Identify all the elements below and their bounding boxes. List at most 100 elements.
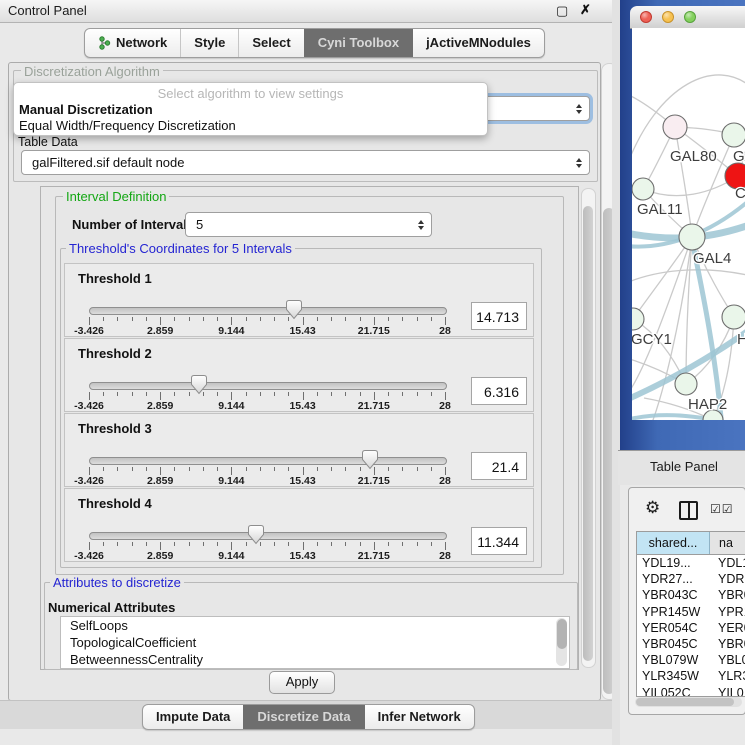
- network-edge[interactable]: [675, 127, 692, 237]
- close-traffic-light[interactable]: [640, 11, 652, 23]
- network-icon: [98, 36, 111, 50]
- cell-shared-name: YDR27...: [637, 571, 714, 587]
- algorithm-popup-hint: Select algorithm to view settings: [14, 86, 487, 101]
- network-edge[interactable]: [632, 270, 745, 283]
- scrollpane-scrollbar[interactable]: [581, 188, 596, 668]
- minimize-traffic-light[interactable]: [662, 11, 674, 23]
- cell-shared-name: YER054C: [637, 620, 714, 636]
- slider-track[interactable]: [89, 532, 447, 540]
- select-columns-checkbox-icons[interactable]: ☑☑: [710, 502, 734, 516]
- threshold-value-field[interactable]: 14.713: [471, 302, 527, 330]
- tab-jactivemnodules[interactable]: jActiveMNodules: [412, 29, 544, 57]
- slider-tick-labels: -3.4262.8599.14415.4321.71528: [89, 400, 445, 410]
- node-attribute-table[interactable]: shared... na YDL19...YDL1YDR27...YDR2YBR…: [636, 531, 745, 697]
- tab-network[interactable]: Network: [85, 29, 180, 57]
- control-panel-titlebar: [0, 0, 618, 23]
- node-label: GAL4: [693, 250, 731, 267]
- table-row[interactable]: YBL079WYBL0: [637, 652, 745, 668]
- network-edge-thick[interactable]: [692, 240, 722, 420]
- table-row[interactable]: YBR043CYBR0: [637, 587, 745, 603]
- attributes-scrollbar[interactable]: [556, 618, 567, 666]
- table-settings-gear-icon[interactable]: ⚙: [645, 498, 660, 518]
- network-node-gcy1[interactable]: [632, 308, 644, 330]
- float-window-icon[interactable]: ▢: [556, 3, 568, 19]
- cell-name: YPR1: [714, 604, 745, 620]
- number-of-intervals-value: 5: [196, 213, 203, 236]
- table-row[interactable]: YDR27...YDR2: [637, 571, 745, 587]
- table-data-combobox[interactable]: galFiltered.sif default node: [21, 150, 590, 175]
- cell-name: YDR2: [714, 571, 745, 587]
- network-canvas[interactable]: GAL80GACGAL11GAL4GCY1HHAP2: [632, 28, 745, 420]
- numerical-attributes-label: Numerical Attributes: [48, 600, 175, 615]
- network-node-gal80[interactable]: [663, 115, 687, 139]
- spinner-arrows-icon: [576, 104, 582, 114]
- table-row[interactable]: YLR345WYLR3: [637, 668, 745, 684]
- table-row[interactable]: YDL19...YDL1: [637, 555, 745, 571]
- threshold-value-field[interactable]: 6.316: [471, 377, 527, 405]
- control-panel-tabbar: NetworkStyleSelect Cyni Toolbox jActiveMNo…: [84, 28, 545, 58]
- attribute-item-betweennesscentrality[interactable]: BetweennessCentrality: [70, 652, 203, 667]
- tab-label: Infer Network: [378, 706, 461, 728]
- column-header-shared-name[interactable]: shared...: [637, 532, 710, 554]
- node-label: C: [735, 185, 745, 202]
- cell-shared-name: YDL19...: [637, 555, 714, 571]
- attribute-item-selfloops[interactable]: SelfLoops: [70, 618, 128, 633]
- table-row[interactable]: YER054CYER0: [637, 620, 745, 636]
- bottom-tabbar: Impute DataDiscretize Data Infer Network: [142, 704, 475, 730]
- threshold-3-panel: Threshold 3-3.4262.8599.14415.4321.71528…: [64, 413, 534, 487]
- node-label: GA: [733, 148, 745, 165]
- table-panel-title: Table Panel: [650, 459, 718, 474]
- threshold-2-panel: Threshold 2-3.4262.8599.14415.4321.71528…: [64, 338, 534, 412]
- threshold-label: Threshold 4: [78, 496, 152, 511]
- slider-track[interactable]: [89, 382, 447, 390]
- network-node-hap2[interactable]: [675, 373, 697, 395]
- cell-shared-name: YIL052C: [637, 685, 714, 698]
- slider-track[interactable]: [89, 457, 447, 465]
- threshold-value-field[interactable]: 11.344: [471, 527, 527, 555]
- tab-style[interactable]: Style: [180, 29, 238, 57]
- table-rows: YDL19...YDL1YDR27...YDR2YBR043CYBR0YPR14…: [637, 555, 745, 697]
- network-node-h[interactable]: [722, 305, 745, 329]
- tab-infer-network[interactable]: Infer Network: [364, 705, 474, 729]
- cell-name: YIL0: [714, 685, 745, 698]
- cell-shared-name: YBR045C: [637, 636, 714, 652]
- tab-label: Cyni Toolbox: [318, 30, 399, 56]
- zoom-traffic-light[interactable]: [684, 11, 696, 23]
- cell-shared-name: YBL079W: [637, 652, 714, 668]
- table-row[interactable]: YIL052CYIL0: [637, 685, 745, 698]
- cell-shared-name: YPR145W: [637, 604, 714, 620]
- algorithm-option-equal-width-frequency-discretization[interactable]: Equal Width/Frequency Discretization: [19, 118, 236, 133]
- network-node-gal11[interactable]: [632, 178, 654, 200]
- discretization-algorithm-title: Discretization Algorithm: [21, 64, 163, 79]
- tab-discretize-data[interactable]: Discretize Data: [243, 705, 363, 729]
- threshold-value-field[interactable]: 21.4: [471, 452, 527, 480]
- network-node-gal4[interactable]: [679, 224, 705, 250]
- column-header-name[interactable]: na: [710, 532, 745, 554]
- numerical-attributes-list[interactable]: SelfLoops TopologicalCoefficient Betweenne…: [60, 616, 570, 669]
- table-horizontal-scrollbar[interactable]: [635, 697, 742, 707]
- tab-select[interactable]: Select: [238, 29, 303, 57]
- cell-shared-name: YBR043C: [637, 587, 714, 603]
- table-row[interactable]: YPR145WYPR1: [637, 604, 745, 620]
- table-row[interactable]: YBR045CYBR0: [637, 636, 745, 652]
- slider-track[interactable]: [89, 307, 447, 315]
- cell-name: YBR0: [714, 636, 745, 652]
- network-edge[interactable]: [643, 176, 738, 196]
- interval-definition-title: Interval Definition: [63, 189, 169, 204]
- close-panel-icon[interactable]: ✗: [580, 2, 591, 18]
- apply-button[interactable]: Apply: [269, 671, 335, 694]
- number-of-intervals-combobox[interactable]: 5: [185, 212, 432, 237]
- attribute-item-topologicalcoefficient[interactable]: TopologicalCoefficient: [70, 635, 196, 650]
- tab-impute-data[interactable]: Impute Data: [143, 705, 243, 729]
- network-node-ga[interactable]: [722, 123, 745, 147]
- number-of-intervals-label: Number of Intervals: [72, 217, 194, 232]
- panel-divider[interactable]: [612, 0, 620, 745]
- tab-cyni-toolbox[interactable]: Cyni Toolbox: [304, 29, 412, 57]
- cell-name: YDL1: [714, 555, 745, 571]
- thresholds-group-title: Threshold's Coordinates for 5 Intervals: [66, 241, 295, 256]
- column-layout-icon[interactable]: [679, 501, 698, 520]
- cell-name: YLR3: [714, 668, 745, 684]
- cell-name: YBL0: [714, 652, 745, 668]
- cell-shared-name: YLR345W: [637, 668, 714, 684]
- algorithm-option-manual-discretization[interactable]: Manual Discretization: [19, 102, 153, 117]
